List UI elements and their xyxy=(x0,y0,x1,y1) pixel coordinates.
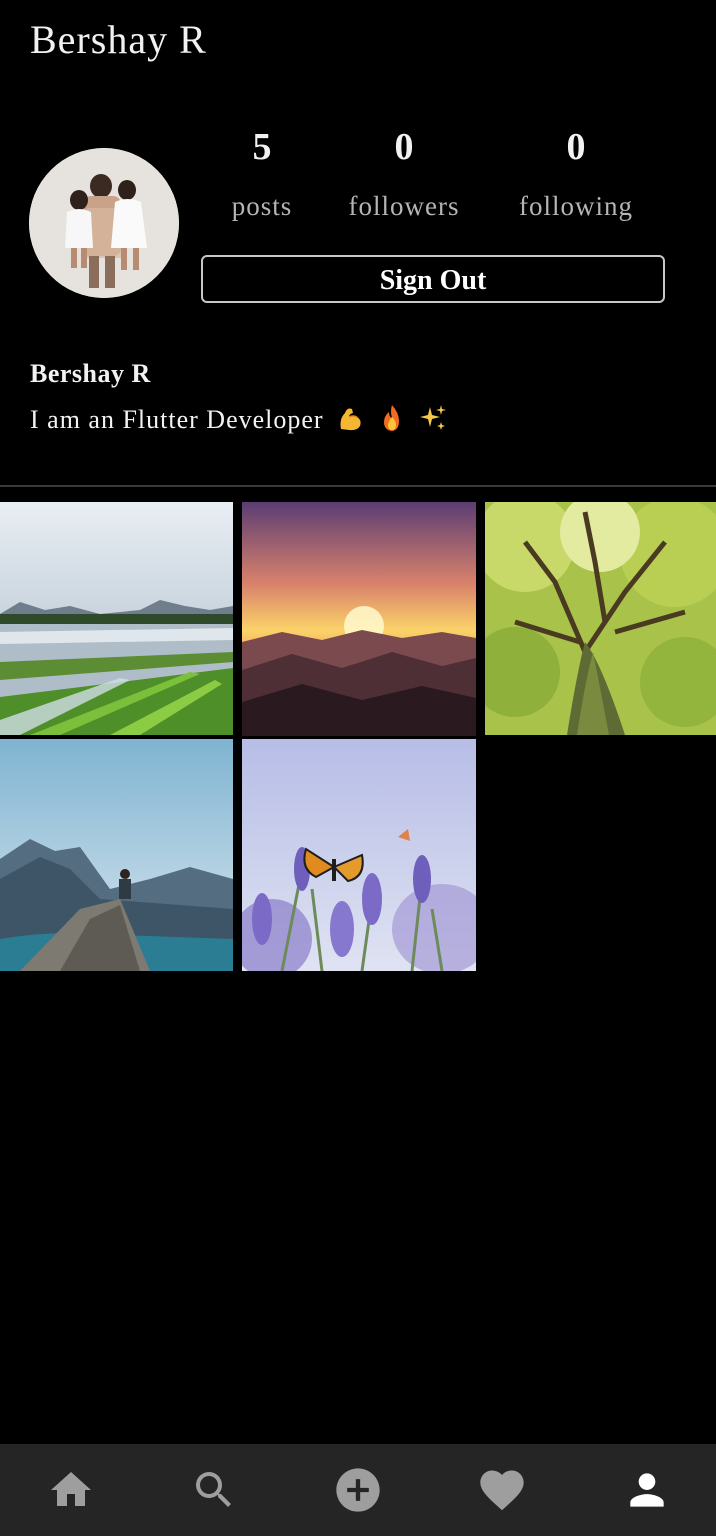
search-icon xyxy=(196,1472,231,1507)
stat-following[interactable]: 0 following xyxy=(504,120,648,226)
bio-text: I am an Flutter Developer xyxy=(30,405,324,434)
nav-search[interactable] xyxy=(164,1444,264,1536)
stat-followers[interactable]: 0 followers xyxy=(334,120,474,226)
avatar xyxy=(29,148,179,298)
nav-home[interactable] xyxy=(21,1444,121,1536)
heart-icon xyxy=(480,1470,524,1511)
stat-label: following xyxy=(519,191,633,221)
sparkles-icon xyxy=(418,403,448,433)
stat-label: followers xyxy=(348,191,460,221)
stat-label: posts xyxy=(231,191,293,221)
post-thumbnail[interactable] xyxy=(0,739,233,971)
profile-stats: 5 posts 0 followers 0 following xyxy=(200,120,670,240)
sign-out-button[interactable]: Sign Out xyxy=(201,255,665,303)
profile-name: Bershay R xyxy=(30,359,151,388)
divider xyxy=(0,485,716,487)
post-thumbnail[interactable] xyxy=(242,502,476,736)
post-thumbnail[interactable] xyxy=(242,739,476,971)
app-bar: Bershay R xyxy=(0,0,716,90)
post-thumbnail[interactable] xyxy=(0,502,233,735)
home-icon xyxy=(51,1472,91,1506)
bottom-nav xyxy=(0,1444,716,1536)
tree-canopy-photo-icon xyxy=(485,502,716,735)
stat-value: 0 xyxy=(566,126,586,168)
add-circle-icon xyxy=(336,1468,380,1512)
stat-value: 5 xyxy=(252,126,272,168)
hiker-on-rock-photo-icon xyxy=(0,739,233,971)
stat-posts[interactable]: 5 posts xyxy=(210,120,314,226)
fire-icon xyxy=(377,403,407,433)
stat-value: 0 xyxy=(394,126,414,168)
mountain-sunset-photo-icon xyxy=(242,502,476,736)
post-thumbnail[interactable] xyxy=(485,502,716,735)
nav-add-post[interactable] xyxy=(308,1444,408,1536)
profile-bio: I am an Flutter Developer xyxy=(30,400,448,440)
flexed-biceps-icon xyxy=(335,403,365,433)
nav-profile[interactable] xyxy=(597,1444,697,1536)
butterfly-lavender-photo-icon xyxy=(242,739,476,971)
person-icon xyxy=(630,1473,664,1507)
page-title: Bershay R xyxy=(30,17,207,62)
nav-activity[interactable] xyxy=(452,1444,552,1536)
rice-field-photo-icon xyxy=(0,502,233,735)
